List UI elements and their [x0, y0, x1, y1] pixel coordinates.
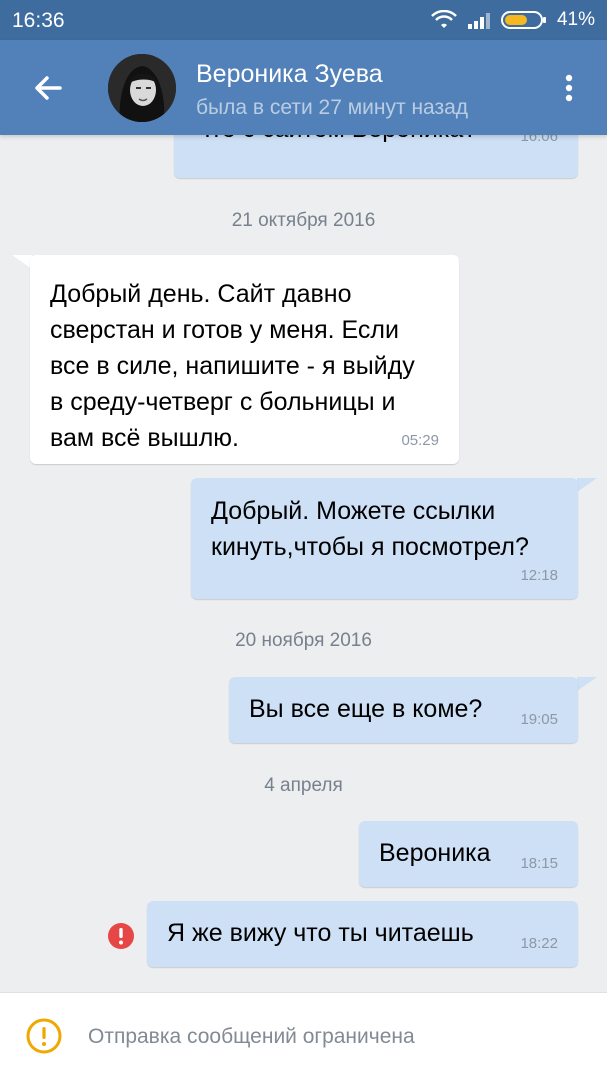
message-outgoing[interactable]: Что с сайтом Вероника? 16:06 [174, 135, 578, 178]
date-separator: 21 октября 2016 [231, 210, 376, 231]
message-text: Вероника [379, 839, 491, 867]
restriction-text: Отправка сообщений ограничена [88, 1025, 415, 1048]
date-separator: 4 апреля [264, 775, 343, 796]
back-arrow-icon[interactable] [28, 68, 68, 108]
message-line: Добрый день. Сайт давно [50, 280, 352, 308]
send-error-icon[interactable] [107, 922, 135, 950]
message-time: 18:22 [520, 935, 558, 952]
battery-percent: 41% [556, 9, 595, 30]
contact-avatar[interactable] [108, 54, 176, 122]
message-time: 19:05 [520, 711, 558, 728]
bubble-tail [577, 478, 597, 492]
date-separator: 20 ноября 2016 [235, 630, 372, 651]
message-outgoing[interactable]: Вы все еще в коме? 19:05 [229, 677, 578, 743]
message-outgoing-failed[interactable]: Я же вижу что ты читаешь 18:22 [147, 901, 578, 967]
message-text: Что с сайтом Вероника? [194, 135, 477, 147]
message-time: 05:29 [401, 432, 439, 449]
status-indicators: 41% [431, 9, 595, 31]
chat-header: Вероника Зуева была в сети 27 минут наза… [0, 40, 607, 135]
message-time: 12:18 [520, 567, 558, 584]
message-text: Добрый день. Сайт давно сверстан и готов… [50, 276, 415, 456]
warning-icon [26, 1018, 62, 1054]
contact-name[interactable]: Вероника Зуева [196, 60, 383, 89]
bubble-tail [12, 255, 32, 269]
status-time: 16:36 [12, 9, 65, 32]
signal-icon [467, 13, 490, 29]
message-text: Добрый. Можете ссылки кинуть,чтобы я пос… [211, 493, 529, 565]
avatar-photo [108, 54, 176, 122]
wifi-icon [431, 10, 457, 28]
bubble-tail [577, 677, 597, 691]
message-line: вам всё вышлю. [50, 424, 239, 452]
battery-icon [500, 11, 546, 29]
message-time: 16:06 [520, 135, 558, 145]
message-incoming[interactable]: Добрый день. Сайт давно сверстан и готов… [30, 255, 459, 464]
message-line: все в силе, напишите - я выйду [50, 352, 415, 380]
more-options-icon[interactable] [557, 70, 581, 106]
message-text: Я же вижу что ты читаешь [167, 919, 474, 947]
message-line: в среду-четверг с больницы и [50, 388, 396, 416]
message-time: 18:15 [520, 855, 558, 872]
message-list[interactable]: Что с сайтом Вероника? 16:06 21 октября … [0, 135, 607, 992]
message-outgoing[interactable]: Вероника 18:15 [359, 821, 578, 887]
message-outgoing[interactable]: Добрый. Можете ссылки кинуть,чтобы я пос… [191, 478, 578, 599]
message-line: кинуть,чтобы я посмотрел? [211, 533, 529, 561]
message-restricted-bar: Отправка сообщений ограничена [0, 992, 607, 1080]
status-bar: 16:36 41% [0, 0, 607, 40]
message-line: сверстан и готов у меня. Если [50, 316, 399, 344]
message-text: Вы все еще в коме? [249, 695, 483, 723]
message-line: Добрый. Можете ссылки [211, 497, 496, 525]
contact-last-seen: была в сети 27 минут назад [196, 96, 469, 119]
